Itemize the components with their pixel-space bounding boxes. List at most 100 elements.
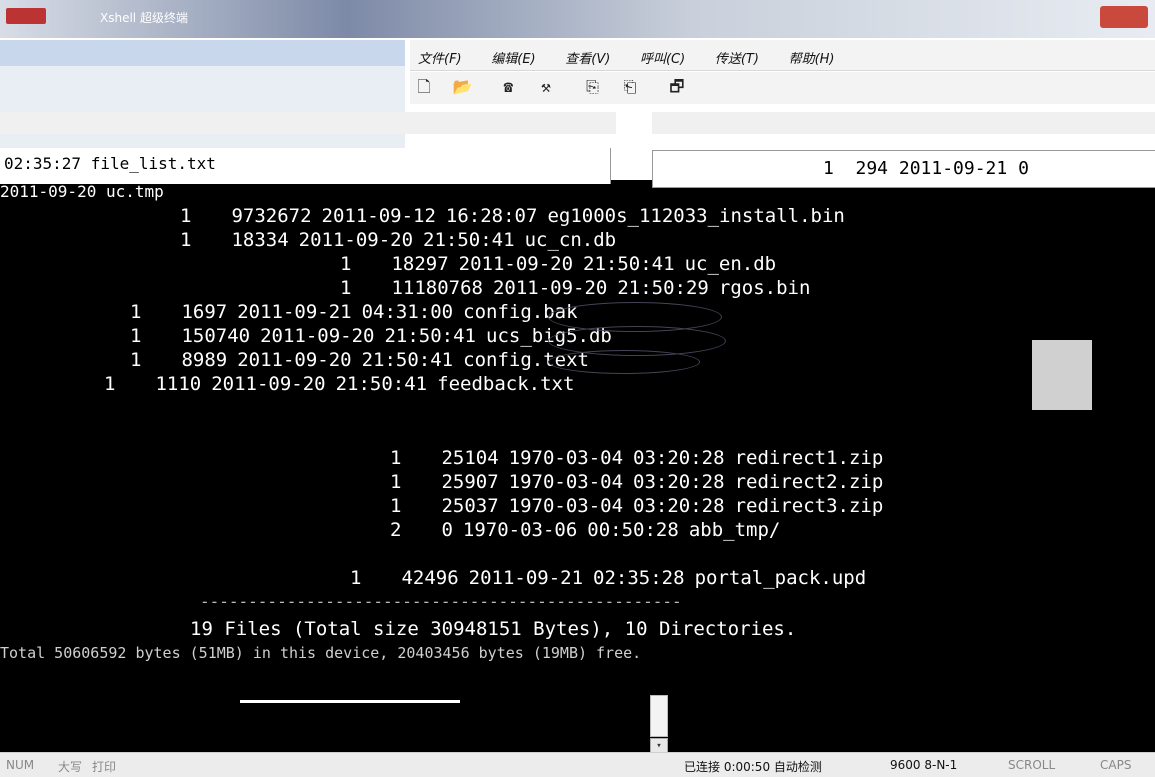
file-count: 1 [390, 447, 402, 469]
file-time: 03:20:28 [633, 495, 725, 517]
file-size: 18334 [231, 229, 289, 251]
file-size: 9732672 [231, 205, 312, 227]
file-count: 1 [130, 301, 142, 323]
right-pane-box: 1 294 2011-09-21 0 [652, 150, 1155, 188]
file-size: 25907 [441, 471, 499, 493]
menu-call[interactable]: 呼叫(C) [640, 48, 685, 67]
status-num: NUM [6, 758, 35, 772]
file-time: 03:20:28 [633, 471, 725, 493]
file-time: 21:50:41 [583, 253, 675, 275]
file-count: 1 [350, 567, 362, 589]
file-date: 2011-09-20 [458, 253, 574, 275]
left-prev-fragment: 2011-09-20 uc.tmp [0, 182, 164, 201]
separator-line: ----------------------------------------… [200, 592, 682, 611]
file-size: 42496 [401, 567, 459, 589]
status-caps-cn: 大写 [58, 760, 83, 774]
file-name: redirect3.zip [734, 495, 884, 517]
listing-row: 1 18297 2011-09-20 21:50:41 uc_en.db [340, 252, 786, 276]
listing-row: 1 25104 1970-03-04 03:20:28 redirect1.zip [390, 446, 893, 470]
annotation-oval-3 [548, 350, 700, 374]
listing-row: 1 1110 2011-09-20 21:50:41 feedback.txt [104, 372, 584, 396]
file-count: 1 [180, 229, 192, 251]
status-baud: 9600 8-N-1 [890, 758, 958, 772]
window-title: Xshell 超级终端 [100, 11, 188, 25]
menu-file[interactable]: 文件(F) [418, 48, 462, 67]
file-name: abb_tmp/ [688, 519, 781, 541]
listing-row: 1 8989 2011-09-20 21:50:41 config.text [130, 348, 599, 372]
title-bar: Xshell 超级终端 [0, 0, 1155, 38]
file-count: 1 [104, 373, 116, 395]
file-date: 2011-09-20 [492, 277, 608, 299]
file-date: 2011-09-20 [298, 229, 414, 251]
file-time: 21:50:29 [617, 277, 709, 299]
send-icon[interactable]: ⎘ [584, 78, 602, 96]
disconnect-icon[interactable]: ☎ [499, 78, 517, 96]
listing-row: 1 25037 1970-03-04 03:20:28 redirect3.zip [390, 494, 893, 518]
listing-row: 1 9732672 2011-09-12 16:28:07 eg1000s_112033… [180, 204, 855, 228]
file-date: 1970-03-04 [508, 495, 624, 517]
file-name: uc_cn.db [524, 229, 617, 251]
file-name: redirect1.zip [734, 447, 884, 469]
menu-transfer[interactable]: 传送(T) [715, 48, 759, 67]
file-size: 8989 [181, 349, 228, 371]
toolbar: 🗋 📂 ☎ ⚒ ⎘ ⎗ 🗗 [410, 72, 1155, 104]
status-caps: CAPS [1100, 758, 1132, 772]
background-window-strip [0, 40, 405, 66]
status-scroll: SCROLL [1008, 758, 1056, 772]
grey-panel [1032, 340, 1092, 410]
menu-edit[interactable]: 编辑(E) [491, 48, 535, 67]
file-name: rgos.bin [718, 277, 811, 299]
file-date: 2011-09-20 [211, 373, 326, 395]
new-doc-icon[interactable]: 🗋 [415, 78, 433, 96]
receive-icon[interactable]: ⎗ [621, 78, 639, 96]
file-count: 1 [340, 253, 352, 275]
call-icon[interactable]: ⚒ [537, 78, 555, 96]
file-time: 21:50:41 [423, 229, 515, 251]
file-count: 1 [180, 205, 192, 227]
file-date: 1970-03-06 [462, 519, 578, 541]
file-time: 03:20:28 [633, 447, 725, 469]
file-name: eg1000s_112033_install.bin [547, 205, 845, 227]
file-date: 2011-09-20 [237, 349, 352, 371]
file-date: 2011-09-21 [468, 567, 584, 589]
file-time: 21:50:41 [361, 349, 454, 371]
file-count: 1 [130, 325, 142, 347]
file-size: 0 [441, 519, 453, 541]
file-size: 11180768 [391, 277, 483, 299]
file-size: 1110 [155, 373, 202, 395]
menu-bar: 文件(F) 编辑(E) 查看(V) 呼叫(C) 传送(T) 帮助(H) [410, 40, 1155, 71]
file-time: 21:50:41 [384, 325, 476, 347]
listing-row: 1 25907 1970-03-04 03:20:28 redirect2.zip [390, 470, 893, 494]
properties-icon[interactable]: 🗗 [668, 78, 686, 96]
file-time: 02:35:28 [593, 567, 685, 589]
left-pane-box: 02:35:27 file_list.txt [0, 148, 611, 184]
file-name: feedback.txt [437, 373, 575, 395]
close-button[interactable] [1100, 6, 1148, 28]
file-count: 1 [130, 349, 142, 371]
file-size: 25037 [441, 495, 499, 517]
menu-help[interactable]: 帮助(H) [789, 48, 835, 67]
left-address-strip [0, 112, 616, 134]
listing-row: 1 42496 2011-09-21 02:35:28 portal_pack.upd [350, 566, 876, 590]
file-time: 00:50:28 [587, 519, 679, 541]
file-time: 04:31:00 [361, 301, 454, 323]
scrollbar-thumb[interactable] [650, 695, 668, 737]
status-bar: NUM 大写 打印 已连接 0:00:50 自动检测 9600 8-N-1 SC… [0, 752, 1155, 777]
app-icon [6, 8, 46, 24]
status-print: 打印 [92, 760, 117, 774]
file-size: 150740 [181, 325, 251, 347]
file-name: redirect2.zip [734, 471, 884, 493]
listing-row: 1 150740 2011-09-20 21:50:41 ucs_big5.db [130, 324, 622, 348]
file-date: 2011-09-12 [321, 205, 436, 227]
file-date: 1970-03-04 [508, 447, 624, 469]
open-folder-icon[interactable]: 📂 [453, 78, 473, 96]
file-date: 2011-09-21 [237, 301, 352, 323]
listing-row: 2 0 1970-03-06 00:50:28 abb_tmp/ [390, 518, 790, 542]
file-count: 2 [390, 519, 402, 541]
file-time: 16:28:07 [445, 205, 538, 227]
right-pane-row: 1 294 2011-09-21 0 [823, 158, 1029, 179]
listing-row: 1 11180768 2011-09-20 21:50:29 rgos.bin [340, 276, 820, 300]
right-address-strip [652, 112, 1155, 134]
file-name: uc_en.db [684, 253, 777, 275]
menu-view[interactable]: 查看(V) [565, 48, 610, 67]
